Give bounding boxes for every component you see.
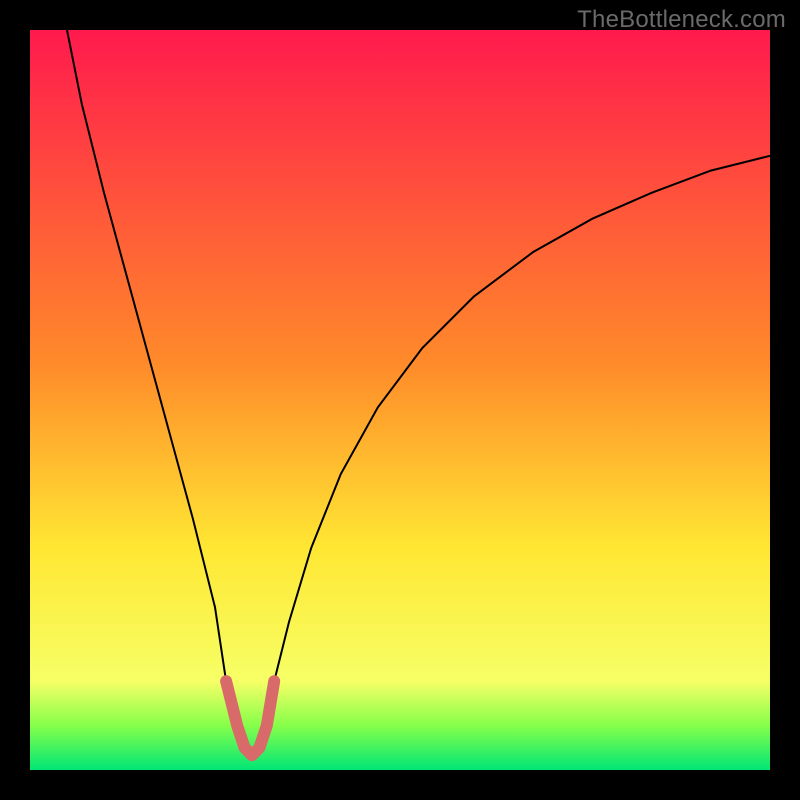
watermark-text: TheBottleneck.com (577, 6, 786, 34)
plot-background (30, 30, 770, 770)
chart-frame: TheBottleneck.com (0, 0, 800, 800)
bottleneck-chart (0, 0, 800, 800)
